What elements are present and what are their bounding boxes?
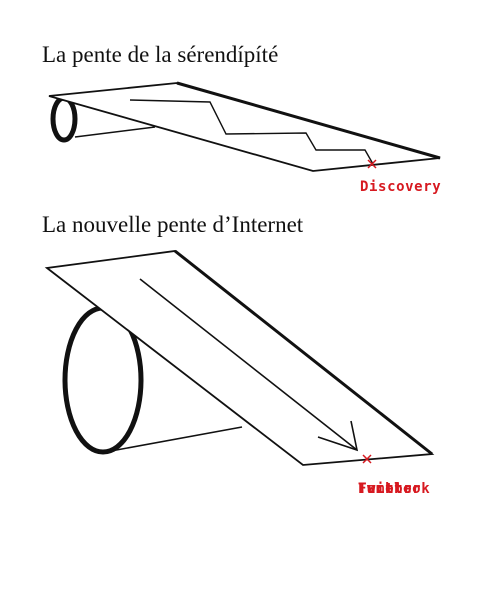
bottom-internet-slope: [44, 249, 435, 466]
discovery-label: Discovery: [360, 179, 442, 195]
top-cylinder-bottom-edge: [74, 126, 156, 138]
top-slope-board: [48, 82, 441, 172]
bottom-slope-title: La nouvelle pente d’Internet: [42, 212, 304, 237]
slope-diagrams: [44, 81, 441, 466]
top-serendipity-slope: [48, 81, 441, 172]
serendipity-diagram-page: La pente de la sérendípíté Discovery La …: [0, 0, 496, 601]
social-platform-ellipsis: ...: [358, 481, 386, 497]
top-cylinder-front: [50, 95, 78, 143]
